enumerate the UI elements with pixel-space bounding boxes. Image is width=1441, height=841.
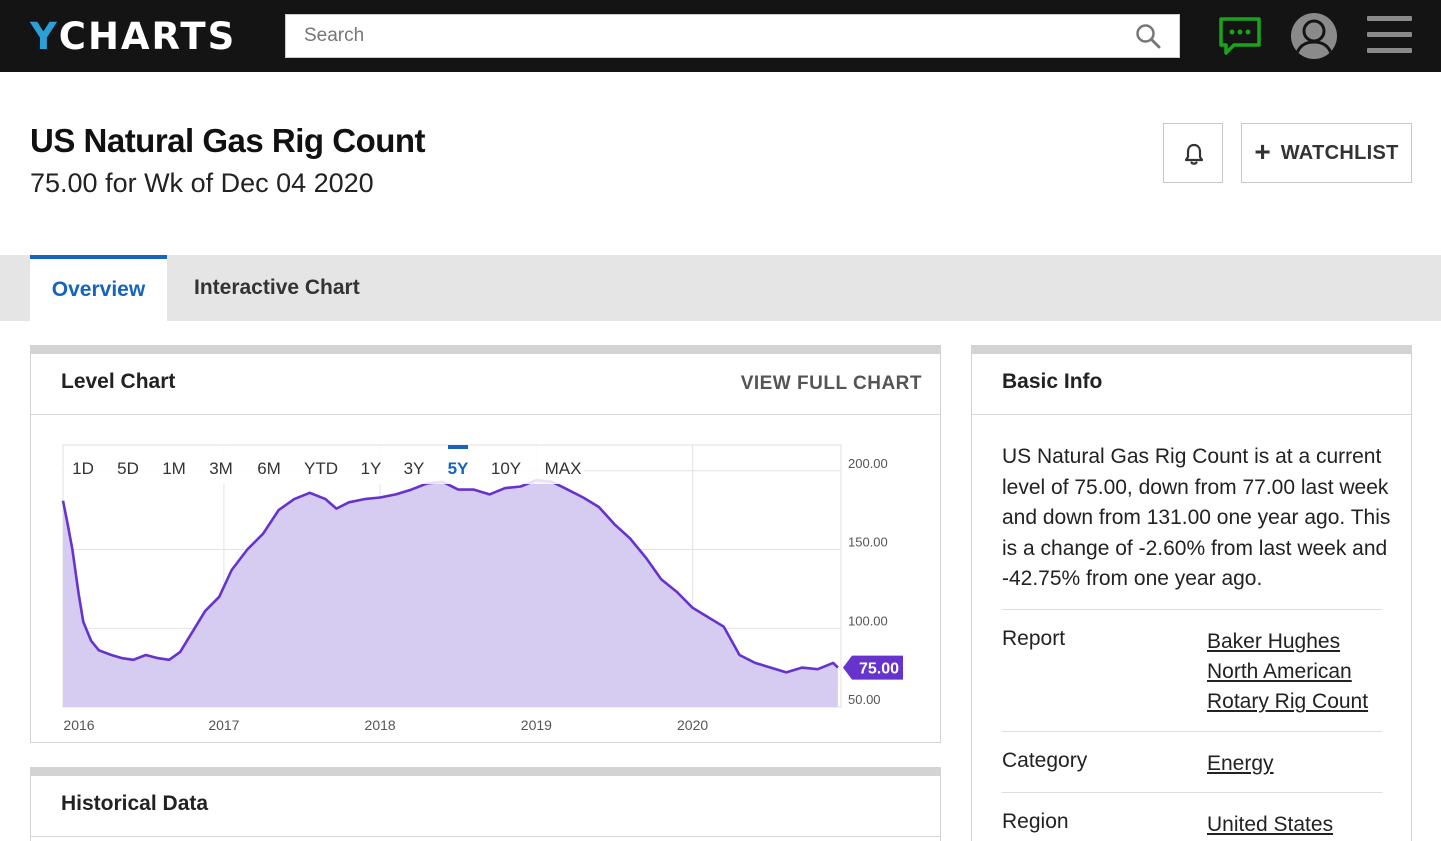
x-tick-label: 2016 bbox=[63, 717, 94, 733]
chat-icon[interactable] bbox=[1218, 16, 1262, 56]
search-icon[interactable] bbox=[1135, 23, 1161, 49]
info-key: Category bbox=[1002, 749, 1088, 772]
y-tick-label: 150.00 bbox=[848, 535, 888, 550]
info-key: Region bbox=[1002, 810, 1069, 833]
range-button-6m[interactable]: 6M bbox=[257, 459, 281, 478]
alert-button[interactable] bbox=[1163, 123, 1223, 183]
user-avatar-icon[interactable] bbox=[1291, 13, 1337, 59]
range-button-1d[interactable]: 1D bbox=[72, 459, 94, 478]
range-button-3m[interactable]: 3M bbox=[209, 459, 233, 478]
active-range-indicator bbox=[448, 445, 468, 449]
x-tick-label: 2018 bbox=[365, 717, 396, 733]
range-button-max[interactable]: MAX bbox=[545, 459, 582, 478]
search-box bbox=[285, 14, 1180, 58]
info-row-category: Category Energy bbox=[1002, 731, 1382, 792]
range-button-ytd[interactable]: YTD bbox=[304, 459, 338, 478]
x-tick-label: 2017 bbox=[208, 717, 239, 733]
historical-data-title: Historical Data bbox=[61, 792, 209, 815]
category-link[interactable]: Energy bbox=[1207, 749, 1377, 779]
info-row-report: Report Baker Hughes North American Rotar… bbox=[1002, 609, 1382, 731]
ycharts-logo[interactable]: Y CHARTS bbox=[30, 14, 236, 58]
report-link[interactable]: Baker Hughes North American Rotary Rig C… bbox=[1207, 627, 1377, 717]
current-value-label: 75.00 bbox=[859, 661, 899, 678]
historical-data-panel: Historical Data bbox=[30, 767, 941, 841]
basic-info-description: US Natural Gas Rig Count is at a current… bbox=[1002, 445, 1391, 590]
tab-overview[interactable]: Overview bbox=[30, 255, 167, 321]
basic-info-title: Basic Info bbox=[1002, 370, 1103, 393]
y-tick-label: 100.00 bbox=[848, 613, 888, 628]
plus-icon: + bbox=[1254, 135, 1271, 167]
watchlist-button[interactable]: + WATCHLIST bbox=[1241, 123, 1412, 183]
level-chart-header: Level Chart VIEW FULL CHART bbox=[31, 354, 940, 415]
view-full-chart-link[interactable]: VIEW FULL CHART bbox=[741, 373, 922, 395]
level-chart: 200.00 150.00 100.00 50.00 75.00 2016 2017 2018… bbox=[61, 444, 903, 733]
page-title: US Natural Gas Rig Count bbox=[30, 122, 426, 159]
range-button-1m[interactable]: 1M bbox=[162, 459, 186, 478]
range-button-3y[interactable]: 3Y bbox=[404, 459, 425, 478]
level-chart-title: Level Chart bbox=[61, 370, 176, 393]
logo-text: CHARTS bbox=[58, 14, 237, 58]
range-button-1y[interactable]: 1Y bbox=[361, 459, 382, 478]
range-button-5d[interactable]: 5D bbox=[117, 459, 139, 478]
range-button-10y[interactable]: 10Y bbox=[491, 459, 521, 478]
level-chart-panel: Level Chart VIEW FULL CHART 200.00 150.00… bbox=[30, 345, 941, 743]
info-row-region: Region United States bbox=[1002, 792, 1382, 841]
range-button-5y[interactable]: 5Y bbox=[448, 459, 469, 478]
tab-bar: Overview Interactive Chart bbox=[0, 255, 1441, 321]
top-bar: Y CHARTS bbox=[0, 0, 1441, 72]
basic-info-panel: Basic Info US Natural Gas Rig Count is a… bbox=[971, 345, 1412, 841]
basic-info-header: Basic Info bbox=[972, 354, 1411, 415]
menu-icon[interactable] bbox=[1367, 16, 1412, 56]
search-input[interactable] bbox=[286, 15, 1126, 57]
x-tick-label: 2019 bbox=[521, 717, 552, 733]
bell-icon bbox=[1184, 143, 1204, 165]
y-tick-label: 50.00 bbox=[848, 692, 881, 707]
y-tick-label: 200.00 bbox=[848, 456, 888, 471]
logo-y: Y bbox=[30, 14, 59, 58]
page-subtitle: 75.00 for Wk of Dec 04 2020 bbox=[30, 168, 374, 198]
x-tick-label: 2020 bbox=[677, 717, 708, 733]
historical-data-header: Historical Data bbox=[31, 776, 940, 837]
info-key: Report bbox=[1002, 627, 1066, 650]
tab-interactive-chart[interactable]: Interactive Chart bbox=[194, 255, 360, 321]
watchlist-label: WATCHLIST bbox=[1280, 141, 1399, 164]
region-link[interactable]: United States bbox=[1207, 810, 1377, 840]
